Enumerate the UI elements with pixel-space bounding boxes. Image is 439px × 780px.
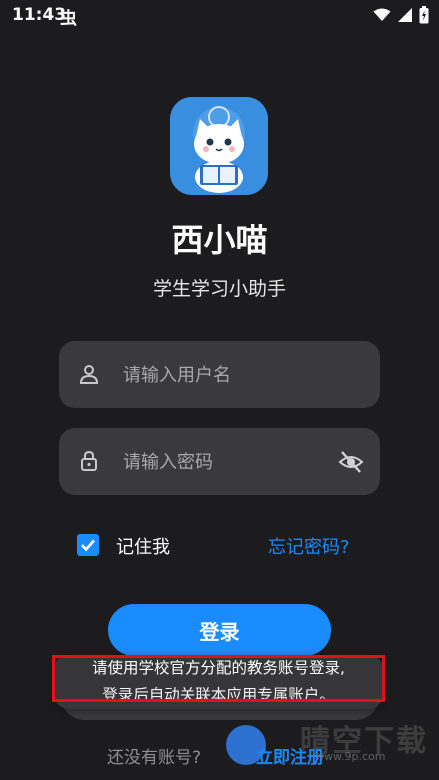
password-field[interactable] <box>59 428 380 497</box>
annotation-highlight-frame <box>52 655 385 702</box>
remember-me-label[interactable]: 记住我 <box>116 533 170 559</box>
lock-icon <box>81 450 97 471</box>
remember-me-checkbox[interactable] <box>77 534 99 556</box>
no-account-text: 还没有账号? <box>107 748 202 768</box>
signal-icon <box>398 8 412 22</box>
notification-app-icon: 虫 <box>60 9 77 29</box>
status-icons <box>373 6 429 24</box>
visibility-off-icon[interactable] <box>338 449 364 475</box>
user-icon <box>79 365 99 384</box>
checkmark-icon <box>81 539 95 552</box>
password-input[interactable] <box>121 428 365 497</box>
app-subtitle: 学生学习小助手 <box>152 278 286 300</box>
username-field[interactable] <box>59 341 380 410</box>
app-logo <box>170 97 268 195</box>
cat-reading-logo-icon <box>170 97 268 195</box>
wifi-icon <box>373 8 391 21</box>
login-button[interactable]: 登录 <box>108 604 331 656</box>
forgot-password-link[interactable]: 忘记密码? <box>268 533 350 559</box>
watermark-url: www.9p.com <box>315 750 386 763</box>
app-name: 西小喵 <box>171 221 268 259</box>
username-input[interactable] <box>121 341 365 410</box>
battery-icon <box>419 6 429 24</box>
status-time: 11:43 <box>12 5 67 25</box>
status-bar: 11:43 虫 <box>0 0 439 32</box>
